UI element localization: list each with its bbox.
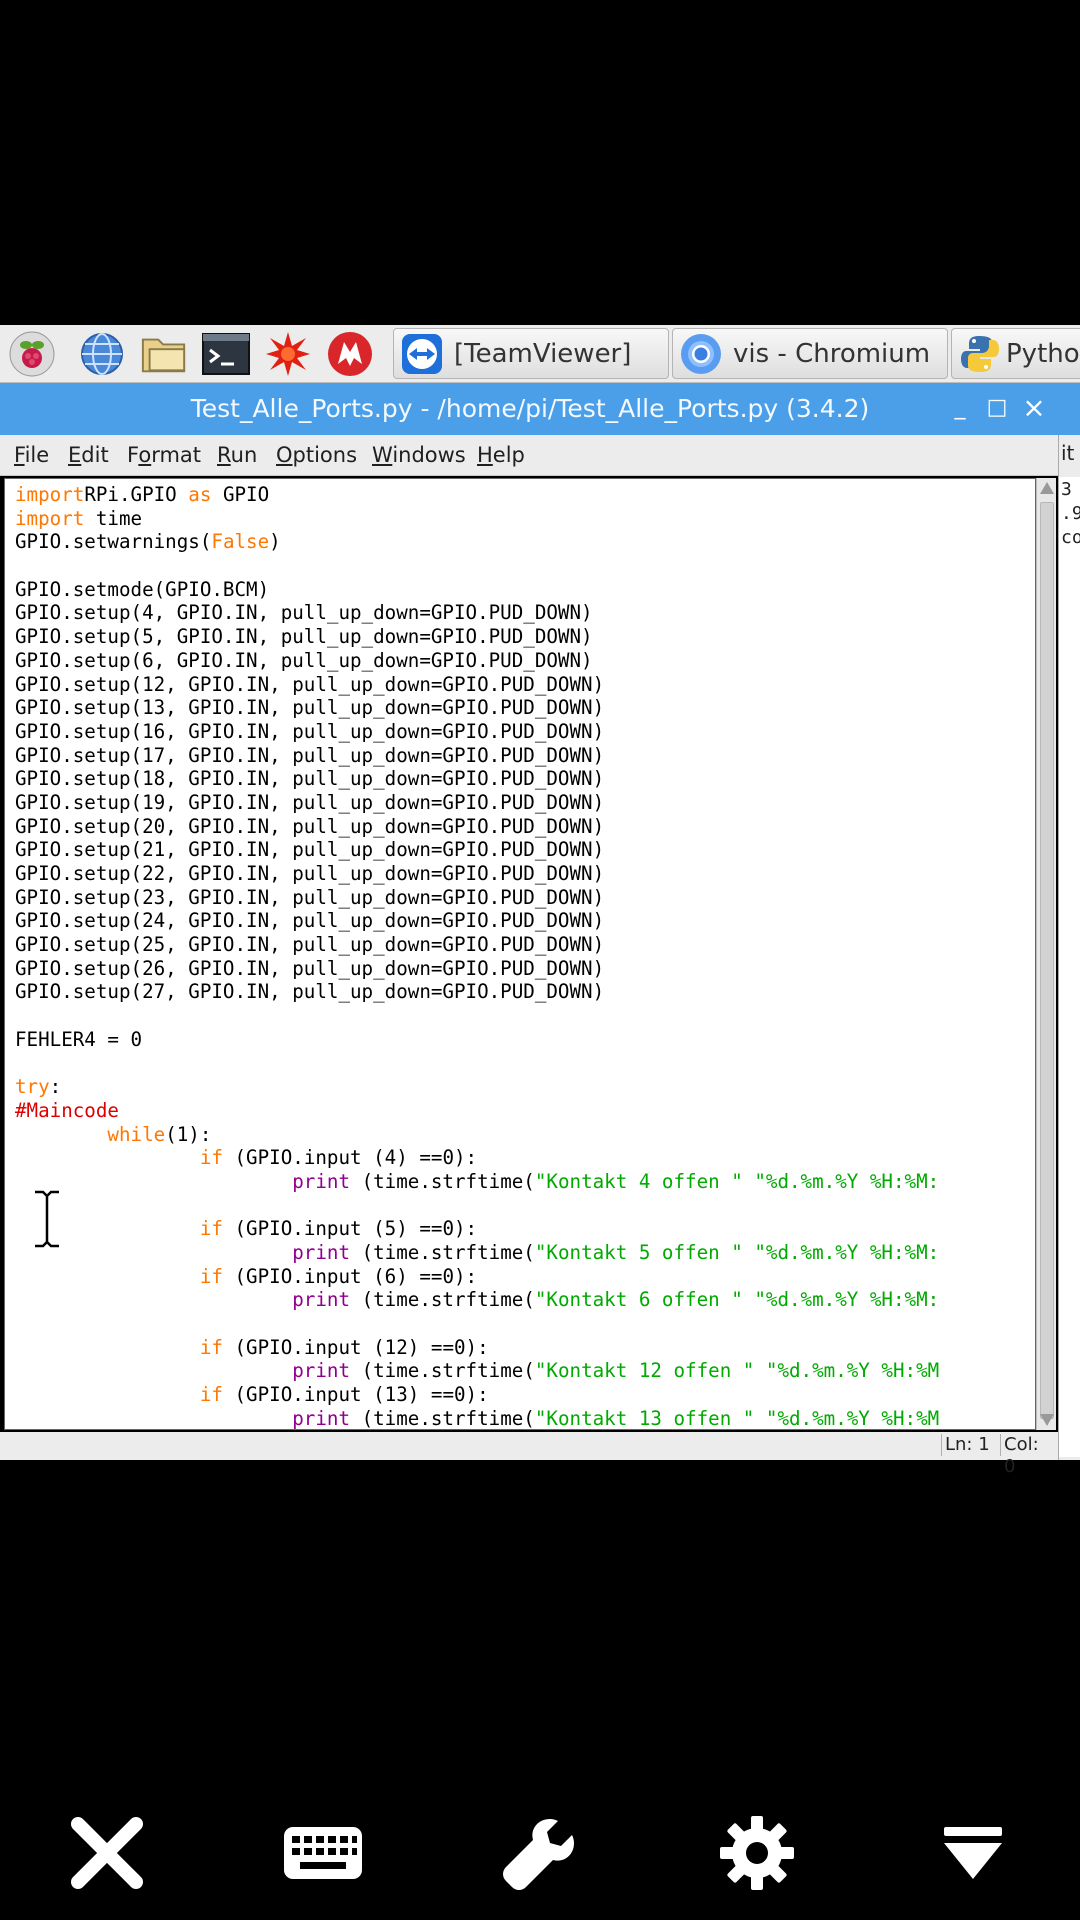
code-line: if (GPIO.input (13) ==0): [199, 1383, 489, 1407]
wrench-icon[interactable] [495, 1815, 585, 1891]
code-line: GPIO.setup(20, GPIO.IN, pull_up_down=GPI… [15, 814, 605, 838]
code-line: if (GPIO.input (6) ==0): [199, 1264, 478, 1288]
wolfram-icon[interactable] [264, 330, 312, 378]
task-python[interactable]: Python [951, 328, 1080, 379]
code-text: importRPi.GPIO as GPIO import time GPIO.se… [15, 483, 940, 1430]
keyboard-icon[interactable] [278, 1815, 368, 1891]
background-window-edge[interactable]: it 3 .9 co [1058, 435, 1080, 1460]
code-line: print (time.strftime("Kontakt 4 offen " … [292, 1169, 940, 1193]
menu-run[interactable]: Run [217, 440, 257, 470]
chromium-icon [679, 332, 723, 376]
code-line: GPIO.setup(21, GPIO.IN, pull_up_down=GPI… [15, 838, 605, 862]
code-line: if (GPIO.input (12) ==0): [199, 1335, 489, 1359]
code-editor[interactable]: importRPi.GPIO as GPIO import time GPIO.se… [4, 478, 1036, 1430]
minimize-button[interactable]: _ [946, 394, 974, 422]
menubar: File Edit Format Run Options Windows Hel… [0, 435, 1058, 476]
vertical-scrollbar[interactable] [1036, 478, 1056, 1430]
window-titlebar[interactable]: Test_Alle_Ports.py - /home/pi/Test_Alle_… [0, 383, 1080, 435]
raspberry-menu-icon[interactable] [8, 330, 56, 378]
code-line: GPIO.setup(27, GPIO.IN, pull_up_down=GPI… [15, 980, 605, 1004]
maximize-button[interactable]: □ [983, 394, 1011, 422]
code-line: GPIO.setwarnings(False) [15, 530, 281, 554]
code-line: print (time.strftime("Kontakt 6 offen " … [292, 1288, 940, 1312]
code-line: GPIO.setup(18, GPIO.IN, pull_up_down=GPI… [15, 767, 605, 791]
python-icon [958, 332, 1002, 376]
code-line: GPIO.setup(25, GPIO.IN, pull_up_down=GPI… [15, 933, 605, 957]
menu-file[interactable]: File [14, 440, 49, 470]
code-line: GPIO.setup(24, GPIO.IN, pull_up_down=GPI… [15, 909, 605, 933]
menu-windows[interactable]: Windows [372, 440, 466, 470]
code-line: print (time.strftime("Kontakt 13 offen "… [292, 1406, 940, 1430]
code-line: if (GPIO.input (4) ==0): [199, 1146, 478, 1170]
code-line: GPIO.setup(22, GPIO.IN, pull_up_down=GPI… [15, 862, 605, 885]
teamviewer-icon [400, 332, 444, 376]
code-line: print (time.strftime("Kontakt 5 offen " … [292, 1241, 940, 1264]
scroll-up-arrow-icon[interactable] [1040, 482, 1054, 494]
code-line: GPIO.setup(26, GPIO.IN, pull_up_down=GPI… [15, 956, 605, 980]
code-line: GPIO.setup(6, GPIO.IN, pull_up_down=GPIO… [15, 648, 593, 672]
code-line: GPIO.setup(12, GPIO.IN, pull_up_down=GPI… [15, 672, 605, 696]
code-line: GPIO.setup(4, GPIO.IN, pull_up_down=GPIO… [15, 601, 593, 625]
terminal-icon[interactable] [202, 330, 250, 378]
gear-icon[interactable] [712, 1815, 802, 1891]
code-line: while(1): [107, 1122, 212, 1146]
code-line: try: [15, 1075, 62, 1099]
menu-edit[interactable]: Edit [68, 440, 109, 470]
task-label: [TeamViewer] [454, 338, 632, 369]
status-column: Col: 0 [1000, 1434, 1058, 1477]
background-window-menu: it [1061, 441, 1075, 465]
menu-help[interactable]: Help [477, 440, 525, 470]
code-line: GPIO.setup(17, GPIO.IN, pull_up_down=GPI… [15, 743, 605, 767]
status-line: Ln: 1 [941, 1434, 993, 1456]
file-manager-icon[interactable] [140, 330, 188, 378]
code-line: GPIO.setup(23, GPIO.IN, pull_up_down=GPI… [15, 885, 605, 909]
collapse-icon[interactable] [928, 1815, 1018, 1891]
code-line: import time [15, 506, 143, 530]
task-label: Python [1006, 338, 1080, 369]
task-chromium[interactable]: vis - Chromium [672, 328, 948, 379]
menu-options[interactable]: Options [276, 440, 357, 470]
task-label: vis - Chromium [733, 338, 931, 369]
close-icon[interactable] [62, 1815, 152, 1891]
code-line: print (time.strftime("Kontakt 12 offen "… [292, 1359, 940, 1383]
code-line: if (GPIO.input (5) ==0): [199, 1217, 478, 1241]
taskbar: [TeamViewer] vis - Chromium Python [0, 325, 1080, 383]
status-bar: Ln: 1 Col: 0 [0, 1432, 1058, 1477]
close-button[interactable]: × [1020, 394, 1048, 422]
code-line: GPIO.setup(13, GPIO.IN, pull_up_down=GPI… [15, 696, 605, 720]
scrollbar-thumb[interactable] [1040, 502, 1054, 1419]
background-window-text: 3 .9 co [1059, 477, 1080, 1457]
code-line: importRPi.GPIO as GPIO [15, 483, 270, 506]
task-teamviewer[interactable]: [TeamViewer] [393, 328, 669, 379]
code-line: GPIO.setmode(GPIO.BCM) [15, 577, 270, 601]
web-browser-icon[interactable] [78, 330, 126, 378]
code-line: #Maincode [15, 1098, 119, 1122]
scroll-down-arrow-icon[interactable] [1040, 1414, 1054, 1426]
code-line: GPIO.setup(16, GPIO.IN, pull_up_down=GPI… [15, 719, 605, 743]
code-line: GPIO.setup(5, GPIO.IN, pull_up_down=GPIO… [15, 625, 593, 649]
code-line: FEHLER4 = 0 [15, 1027, 143, 1051]
text-cursor-icon [32, 1189, 62, 1249]
code-line: GPIO.setup(19, GPIO.IN, pull_up_down=GPI… [15, 790, 605, 814]
mathematica-icon[interactable] [326, 330, 374, 378]
window-title: Test_Alle_Ports.py - /home/pi/Test_Alle_… [190, 394, 870, 423]
menu-format[interactable]: Format [127, 440, 201, 470]
